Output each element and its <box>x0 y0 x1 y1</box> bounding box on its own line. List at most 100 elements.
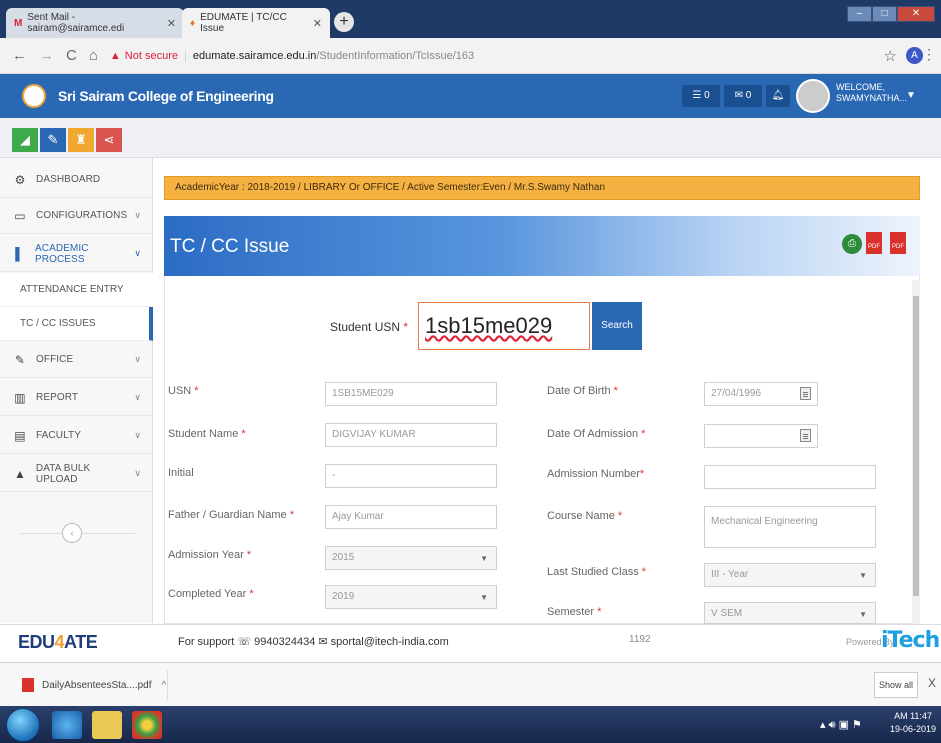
chevron-down-icon: ∨ <box>134 392 141 402</box>
sidebar-item-dashboard[interactable]: ⚙ DASHBOARD <box>0 162 153 198</box>
clock[interactable]: AM 11:47 19-06-2019 <box>890 710 936 736</box>
itech-logo: iTech <box>881 628 940 653</box>
search-button[interactable]: Search <box>592 302 642 350</box>
admission-year-select[interactable]: 2015 ▼ <box>325 546 497 570</box>
dob-label: Date Of Birth * <box>547 385 618 397</box>
close-icon[interactable]: X <box>928 676 936 690</box>
close-window-button[interactable]: ✕ <box>897 6 935 22</box>
chevron-down-icon: ∨ <box>134 248 141 258</box>
user-menu[interactable]: WELCOME, SWAMYNATHA... <box>836 82 907 104</box>
profile-avatar[interactable]: A <box>906 47 923 64</box>
edit-icon: ✎ <box>14 352 26 367</box>
dropdown-arrow-icon: ▼ <box>859 610 867 619</box>
user-icon[interactable]: ♜ <box>68 128 94 152</box>
student-usn-input[interactable]: 1sb15me029 <box>418 302 590 350</box>
mail-button[interactable]: ✉ 0 <box>724 85 762 107</box>
sidebar-subitem-attendance-entry[interactable]: ATTENDANCE ENTRY <box>0 273 153 307</box>
initial-field[interactable]: - <box>325 464 497 488</box>
student-name-field[interactable]: DIGVIJAY KUMAR <box>325 423 497 447</box>
sidebar-item-office[interactable]: ✎ OFFICE ∨ <box>0 342 153 378</box>
last-class-select[interactable]: III - Year ▼ <box>704 563 876 587</box>
calendar-icon[interactable] <box>800 387 811 400</box>
mail-count: 0 <box>745 90 752 101</box>
minimize-button[interactable]: – <box>847 6 872 22</box>
back-icon[interactable]: ← <box>12 47 27 64</box>
sidebar-item-label: DASHBOARD <box>36 174 101 185</box>
calendar-icon[interactable] <box>800 429 811 442</box>
sidebar-item-label: FACULTY <box>36 430 81 441</box>
save-icon[interactable]: ⎙ <box>842 234 862 254</box>
url-field[interactable]: ▲ Not secure | edumate.sairamce.edu.in/S… <box>110 50 474 62</box>
url-host: edumate.sairamce.edu.in <box>192 49 317 62</box>
chevron-up-icon[interactable]: ^ <box>162 680 167 691</box>
bell-icon[interactable]: 🔔︎ <box>766 85 790 107</box>
scrollbar-thumb[interactable] <box>913 296 919 596</box>
dropdown-arrow-icon: ▼ <box>859 571 867 580</box>
new-tab-button[interactable]: + <box>334 12 354 32</box>
gmail-icon: M <box>14 17 23 29</box>
maximize-button[interactable]: □ <box>872 6 897 22</box>
user-avatar[interactable] <box>796 79 830 113</box>
reload-icon[interactable]: C <box>66 47 77 64</box>
download-item[interactable]: DailyAbsenteesSta....pdf ^ <box>10 670 168 700</box>
sidebar-item-configurations[interactable]: ▭ CONFIGURATIONS ∨ <box>0 198 153 234</box>
usn-field[interactable]: 1SB15ME029 <box>325 382 497 406</box>
college-logo <box>22 84 46 108</box>
father-name-label: Father / Guardian Name * <box>168 509 294 521</box>
tab-edumate[interactable]: ♦ EDUMATE | TC/CC Issue ✕ <box>182 8 330 38</box>
table-icon: ▤ <box>14 428 26 443</box>
admission-number-field[interactable] <box>704 465 876 489</box>
monitor-icon: ▭ <box>14 208 26 223</box>
visitor-count: 1192 <box>629 634 651 645</box>
sidebar-item-label: OFFICE <box>36 354 74 365</box>
chevron-down-icon: ∨ <box>134 468 141 478</box>
tab-label: EDUMATE | TC/CC Issue <box>200 12 287 34</box>
pencil-icon[interactable]: ✎ <box>40 128 66 152</box>
messages-button[interactable]: ☰ 0 <box>682 85 720 107</box>
share-icon[interactable]: ⋖ <box>96 128 122 152</box>
ie-icon[interactable] <box>52 711 82 739</box>
chevron-down-icon: ∨ <box>134 210 141 220</box>
completed-year-select[interactable]: 2019 ▼ <box>325 585 497 609</box>
close-tab-icon[interactable]: ✕ <box>313 17 322 30</box>
menu-kebab-icon[interactable]: ⋮ <box>922 46 936 63</box>
pdf-file-icon <box>22 678 34 692</box>
chart-icon[interactable]: ◢ <box>12 128 38 152</box>
sidebar-subitem-tc-cc-issues[interactable]: TC / CC ISSUES <box>0 307 153 341</box>
chrome-icon[interactable] <box>132 711 162 739</box>
sidebar-collapse-icon[interactable]: ‹ <box>62 523 82 543</box>
dropdown-arrow-icon: ▼ <box>480 554 488 563</box>
pdf-icon[interactable]: PDF <box>890 232 906 254</box>
home-icon[interactable]: ⌂ <box>89 47 98 64</box>
course-name-field[interactable]: Mechanical Engineering <box>704 506 876 548</box>
time: AM 11:47 <box>894 711 932 721</box>
sidebar-item-report[interactable]: ▥ REPORT ∨ <box>0 380 153 416</box>
sidebar-item-academic-process[interactable]: ▌ ACADEMIC PROCESS ∨ <box>0 236 153 272</box>
start-button[interactable] <box>6 708 40 742</box>
edumate-favicon: ♦ <box>190 17 196 29</box>
not-secure-label: Not secure <box>124 49 178 62</box>
phone-icon: ☏ <box>237 636 252 648</box>
browser-tab-strip: M Sent Mail - sairam@sairamce.edi ✕ ♦ ED… <box>0 0 941 38</box>
forward-icon[interactable]: → <box>39 47 54 64</box>
usn-label: USN * <box>168 385 199 397</box>
url-path: /StudentInformation/TcIssue/163 <box>316 49 475 62</box>
explorer-icon[interactable] <box>92 711 122 739</box>
doa-field[interactable] <box>704 424 818 448</box>
show-all-button[interactable]: Show all <box>874 672 918 698</box>
sidebar-item-label: REPORT <box>36 392 79 403</box>
chevron-down-icon[interactable]: ▼ <box>906 90 916 101</box>
chevron-down-icon: ∨ <box>134 430 141 440</box>
close-tab-icon[interactable]: ✕ <box>167 17 176 30</box>
dob-field[interactable]: 27/04/1996 <box>704 382 818 406</box>
pdf-icon[interactable]: PDF <box>866 232 882 254</box>
sidebar-item-data-bulk-upload[interactable]: ▲ DATA BULK UPLOAD ∨ <box>0 456 153 492</box>
student-name-label: Student Name * <box>168 428 246 440</box>
system-tray-icons[interactable]: ▴ 🔊︎ ▣ ⚑ <box>820 718 862 732</box>
tab-sent-mail[interactable]: M Sent Mail - sairam@sairamce.edi ✕ <box>6 8 184 38</box>
support-email[interactable]: sportal@itech-india.com <box>331 636 449 648</box>
bookmark-star-icon[interactable]: ☆ <box>884 47 897 65</box>
semester-select[interactable]: V SEM ▼ <box>704 602 876 624</box>
sidebar-item-faculty[interactable]: ▤ FACULTY ∨ <box>0 418 153 454</box>
father-name-field[interactable]: Ajay Kumar <box>325 505 497 529</box>
